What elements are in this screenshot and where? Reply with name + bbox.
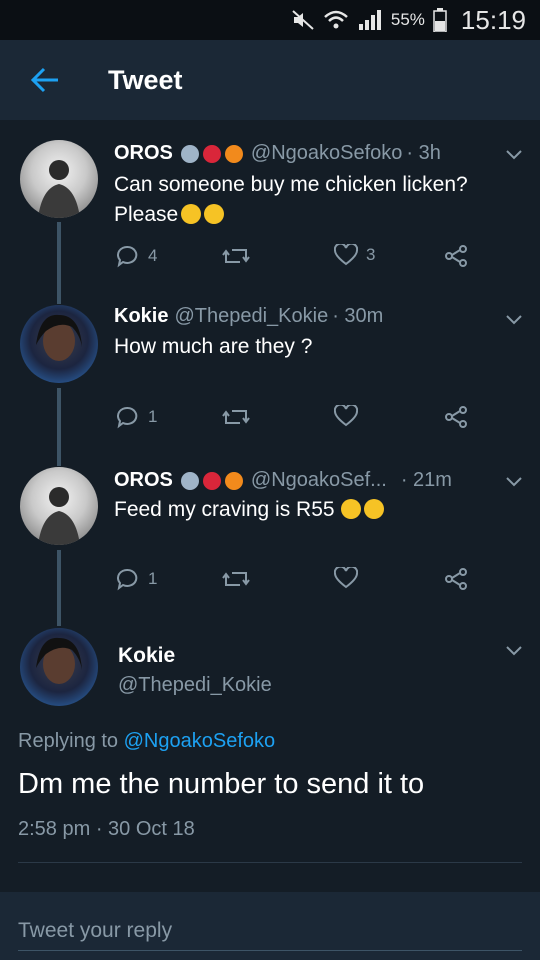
reply-icon (117, 406, 138, 429)
chevron-down-icon[interactable] (506, 150, 522, 160)
reply-input[interactable] (18, 912, 522, 951)
retweet-button[interactable] (222, 567, 258, 591)
battery-icon (433, 8, 447, 32)
tweet-time: · 21m (400, 469, 452, 491)
chevron-down-icon[interactable] (506, 315, 522, 325)
crying-emoji-icon (340, 499, 361, 519)
share-button[interactable] (444, 567, 468, 591)
person-silhouette-icon (36, 637, 82, 684)
share-icon (445, 245, 467, 267)
retweet-button[interactable] (222, 405, 258, 429)
username[interactable]: @NgoakoSefoko (251, 142, 403, 165)
thread-line (57, 550, 61, 626)
reply-button[interactable]: 4 (116, 244, 157, 268)
person-silhouette-icon (38, 487, 80, 545)
back-arrow-icon (30, 67, 58, 93)
tweet-actions: 1 (114, 567, 474, 595)
share-button[interactable] (444, 244, 468, 268)
divider (18, 862, 522, 863)
retweet-icon (222, 249, 250, 263)
person-silhouette-icon (38, 160, 80, 218)
replying-to: Replying to @NgoakoSefoko (18, 730, 276, 752)
share-icon (445, 406, 467, 428)
smile-emoji-icon (181, 204, 202, 224)
reply-bar (0, 892, 540, 960)
heart-icon (334, 567, 358, 589)
replying-to-link[interactable]: @NgoakoSefoko (124, 730, 276, 752)
avatar[interactable] (20, 140, 98, 218)
signal-icon (358, 10, 381, 30)
retweet-icon (222, 410, 250, 424)
main-tweet-text: Dm me the number to send it to (18, 768, 425, 800)
tweet-actions: 4 3 (114, 244, 474, 272)
display-name[interactable]: OROS (114, 142, 173, 165)
tongue-emoji-icon (202, 144, 221, 163)
tweet-text: Can someone buy me chicken licken? Pleas… (114, 173, 468, 226)
chevron-down-icon[interactable] (506, 477, 522, 487)
tweet-text: How much are they ? (114, 335, 313, 358)
reply-button[interactable]: 1 (116, 405, 157, 429)
display-name[interactable]: OROS (114, 469, 173, 492)
username[interactable]: @Thepedi_Kokie (174, 305, 328, 328)
reply-icon (117, 245, 138, 268)
reply-icon (117, 568, 138, 591)
chevron-down-icon[interactable] (506, 646, 522, 656)
wifi-icon (324, 10, 348, 29)
main-tweet: Kokie @Thepedi_Kokie Replying to @Ngoako… (0, 628, 540, 878)
share-button[interactable] (444, 405, 468, 429)
username[interactable]: @Thepedi_Kokie (118, 674, 272, 697)
fire-emoji-icon (224, 144, 243, 163)
pill-emoji-icon (180, 144, 199, 163)
mute-icon (292, 10, 314, 30)
avatar[interactable] (20, 305, 98, 383)
retweet-button[interactable] (222, 244, 258, 268)
reply-count: 1 (148, 569, 158, 588)
like-button[interactable]: 3 (334, 244, 375, 266)
thread-line (57, 222, 61, 304)
tweet-text: Feed my craving is R55 (114, 495, 384, 525)
tongue-emoji-icon (202, 471, 221, 490)
page-title: Tweet (108, 64, 183, 95)
person-silhouette-icon (36, 314, 82, 361)
tweet-time: · 30m (332, 305, 384, 327)
status-bar: 55% 15:19 (0, 0, 540, 40)
display-name[interactable]: Kokie (118, 644, 175, 668)
back-button[interactable] (0, 67, 90, 93)
retweet-icon (222, 572, 250, 586)
display-name[interactable]: Kokie (114, 305, 168, 328)
heart-icon (334, 405, 358, 427)
avatar[interactable] (20, 467, 98, 545)
like-button[interactable] (334, 405, 366, 427)
reply-button[interactable]: 1 (116, 567, 157, 591)
pill-emoji-icon (180, 471, 199, 490)
crying-emoji-icon (363, 499, 384, 519)
reply-count: 1 (148, 407, 158, 426)
tweet-timestamp: 2:58 pm · 30 Oct 18 (18, 818, 195, 840)
like-count: 3 (366, 245, 376, 264)
thread-line (57, 388, 61, 466)
app-bar: Tweet (0, 40, 540, 120)
avatar[interactable] (20, 628, 98, 706)
tweet-time: · 3h (406, 142, 441, 164)
username[interactable]: @NgoakoSef... (251, 469, 387, 492)
clock: 15:19 (460, 4, 526, 35)
reply-count: 4 (148, 246, 158, 265)
battery-percent: 55% (390, 10, 425, 29)
fire-emoji-icon (224, 471, 243, 490)
share-icon (445, 568, 467, 590)
heart-icon (334, 244, 358, 266)
crying-emoji-icon (204, 204, 225, 224)
tweet-actions: 1 (114, 405, 474, 433)
like-button[interactable] (334, 567, 366, 589)
